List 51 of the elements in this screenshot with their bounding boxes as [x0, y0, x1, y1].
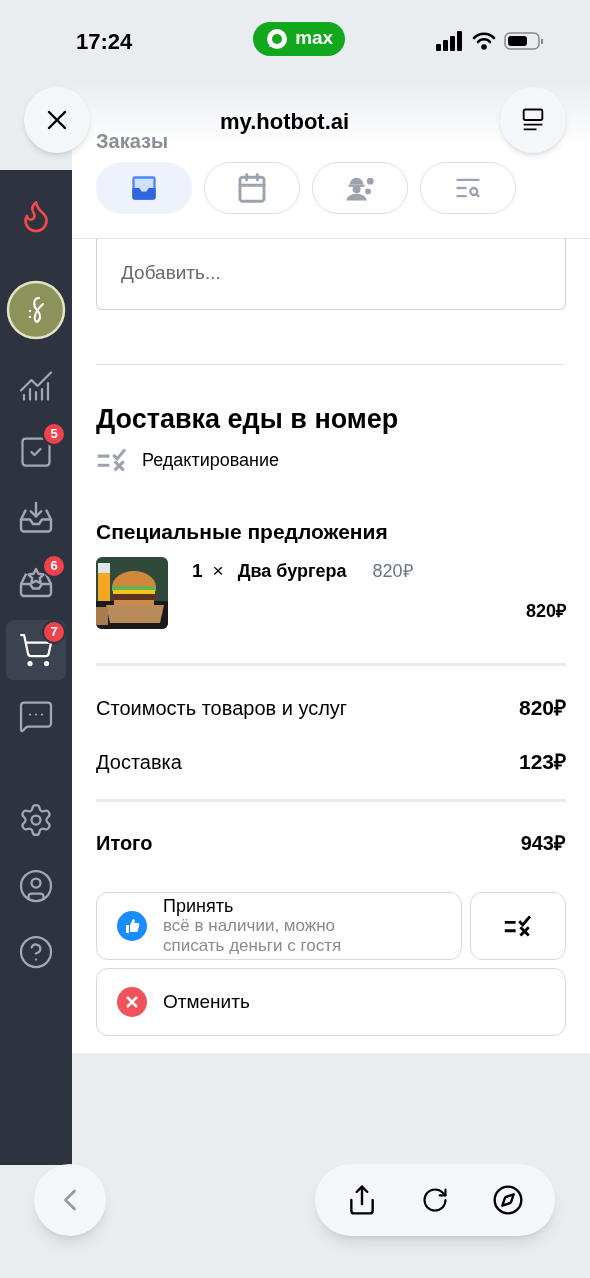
- cancel-button[interactable]: Отменить: [96, 968, 566, 1037]
- tab[interactable]: [96, 162, 192, 214]
- clock-time: 17:24: [76, 27, 133, 56]
- url-text: my.hotbot.ai: [220, 108, 350, 136]
- close-button[interactable]: [24, 87, 90, 153]
- tray-icon: [130, 174, 158, 202]
- signal-icon: [436, 31, 464, 51]
- accept-button[interactable]: Принять всё в наличии, можно списать деньги с гостя: [96, 892, 462, 961]
- comment-field[interactable]: Добавить...: [96, 238, 566, 310]
- check-cross-list-icon: [503, 914, 533, 939]
- chat-bubble-icon: [265, 26, 290, 51]
- total-value: 943₽: [520, 831, 566, 857]
- times-sign: ×: [212, 559, 224, 584]
- calendar-icon: [236, 172, 268, 204]
- help-icon: [18, 934, 54, 970]
- compass-icon[interactable]: [491, 1184, 524, 1216]
- count-badge: 5: [42, 422, 66, 446]
- order-title: Доставка еды в номер: [96, 403, 400, 436]
- comment-input[interactable]: Добавить...: [121, 259, 541, 288]
- battery-icon: [504, 31, 544, 51]
- check-cross-list-icon: [96, 447, 128, 474]
- unit-price: 820₽: [372, 560, 413, 583]
- sidebar-item[interactable]: 5: [6, 422, 66, 482]
- cancel-icon: [117, 987, 147, 1018]
- summary-value: 123₽: [518, 748, 566, 775]
- reload-icon[interactable]: [421, 1186, 449, 1214]
- avatar[interactable]: [6, 280, 66, 340]
- item-total: 820₽: [525, 599, 566, 623]
- inbox-icon: [18, 500, 54, 536]
- section-heading: Специальные предложения: [96, 518, 389, 545]
- page-title: Заказы: [96, 129, 170, 154]
- summary-label: Стоимость товаров и услуг: [96, 696, 348, 721]
- item-name: Два бургера: [237, 560, 347, 583]
- count-badge: 6: [42, 554, 66, 578]
- settings-icon: [18, 802, 54, 838]
- edit-items-button[interactable]: [470, 892, 566, 961]
- status-label: Редактирование: [142, 448, 280, 472]
- sidebar-item[interactable]: 6: [6, 554, 66, 614]
- user-icon: [18, 868, 54, 904]
- count-badge: 7: [42, 620, 66, 644]
- chat-icon: [18, 698, 54, 734]
- sidebar-item[interactable]: 7: [6, 620, 66, 680]
- summary-value: 820₽: [518, 695, 566, 722]
- summary-label: Доставка: [96, 749, 182, 775]
- accept-label: Принять: [163, 896, 235, 917]
- accept-hint: всё в наличии, можно списать деньги с гостя: [163, 916, 343, 957]
- wifi-icon: [472, 31, 496, 51]
- app-name: max: [295, 26, 334, 51]
- total-label: Итого: [96, 831, 153, 857]
- thumbs-up-icon: [117, 911, 147, 942]
- quantity: 1: [192, 559, 203, 584]
